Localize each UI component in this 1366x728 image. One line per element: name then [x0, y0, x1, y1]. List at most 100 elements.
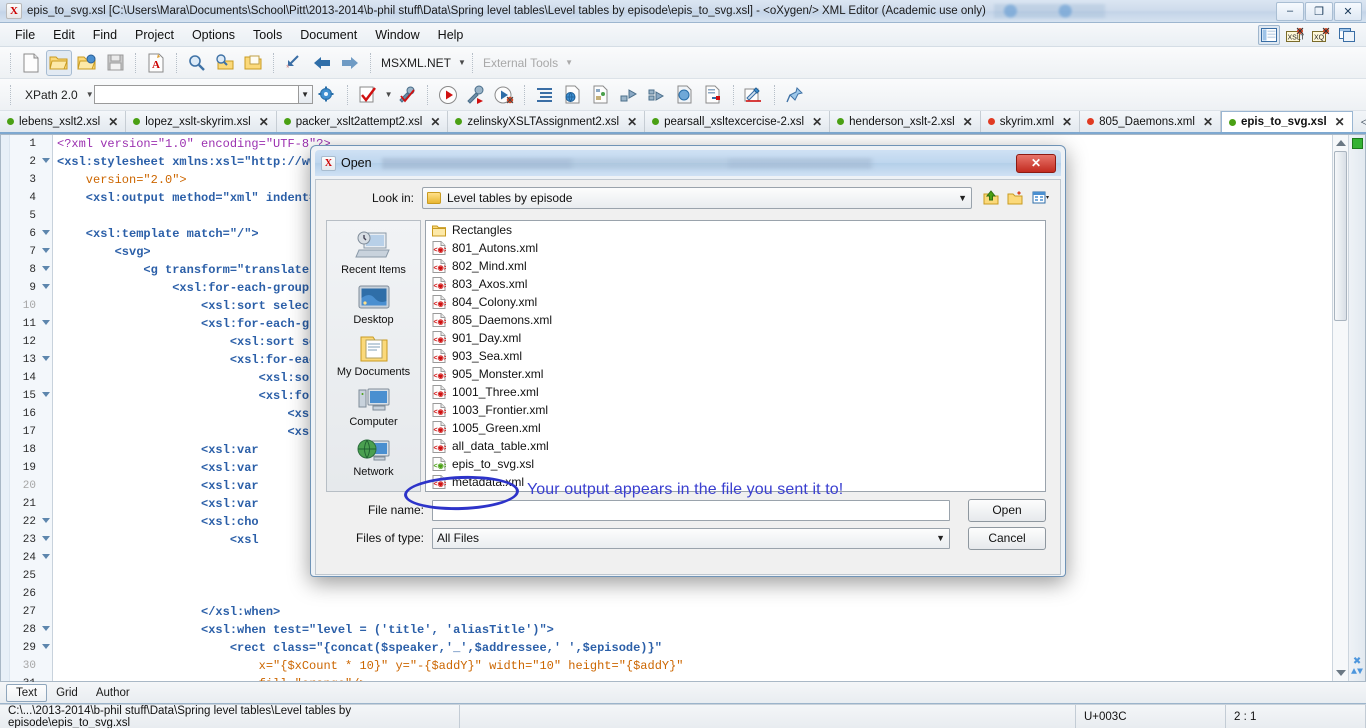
- tab-close-icon[interactable]: ✕: [627, 115, 637, 129]
- view-tab-author[interactable]: Author: [87, 685, 139, 701]
- scroll-down-icon[interactable]: [1336, 670, 1346, 676]
- open-file-dialog[interactable]: X Open ✕ Look in: Level tables by episod…: [310, 145, 1066, 577]
- format-and-indent-icon[interactable]: [532, 82, 558, 108]
- edit-schema-icon[interactable]: [741, 82, 767, 108]
- view-tab-text[interactable]: Text: [6, 683, 48, 702]
- list-item[interactable]: <◉> 804_Colony.xml: [426, 293, 1045, 311]
- list-item[interactable]: <◉> 802_Mind.xml: [426, 257, 1045, 275]
- minimize-button[interactable]: –: [1276, 1, 1304, 21]
- tab-lopez-xslt-skyrim[interactable]: lopez_xslt-skyrim.xsl ✕: [126, 111, 277, 132]
- file-name-input[interactable]: [432, 499, 950, 521]
- tab-close-icon[interactable]: ✕: [259, 115, 269, 129]
- new-from-template-icon[interactable]: A: [143, 50, 169, 76]
- menu-tools[interactable]: Tools: [244, 25, 291, 45]
- list-item[interactable]: <◉> epis_to_svg.xsl: [426, 455, 1045, 473]
- tab-close-icon[interactable]: ✕: [1062, 115, 1072, 129]
- list-item[interactable]: <◉> 803_Axos.xml: [426, 275, 1045, 293]
- tab-packer-xslt2attempt2[interactable]: packer_xslt2attempt2.xsl ✕: [276, 111, 449, 132]
- file-list[interactable]: Rectangles <◉> 801_Autons.xml <◉> 802_Mi…: [425, 220, 1046, 492]
- tab-805-daemons-xml[interactable]: 805_Daemons.xml ✕: [1080, 111, 1222, 132]
- forward-icon[interactable]: [337, 50, 363, 76]
- list-item[interactable]: <◉> 903_Sea.xml: [426, 347, 1045, 365]
- look-in-combo[interactable]: Level tables by episode ▼: [422, 187, 972, 209]
- new-file-icon[interactable]: [18, 50, 44, 76]
- fold-toggle-icon[interactable]: [42, 518, 50, 523]
- tab-zelinsky-xslt-assignment2[interactable]: zelinskyXSLTAssignment2.xsl ✕: [448, 111, 646, 132]
- tab-close-icon[interactable]: ✕: [812, 115, 822, 129]
- list-item[interactable]: <◉> 1001_Three.xml: [426, 383, 1045, 401]
- tab-close-icon[interactable]: ✕: [1203, 115, 1213, 129]
- xpath-version-label[interactable]: XPath 2.0: [17, 88, 83, 102]
- tab-close-icon[interactable]: ✕: [1335, 115, 1345, 129]
- list-item[interactable]: <◉> 1003_Frontier.xml: [426, 401, 1045, 419]
- menu-edit[interactable]: Edit: [44, 25, 84, 45]
- pin-view-icon[interactable]: [782, 82, 808, 108]
- transformer-selector[interactable]: MSXML.NET: [377, 56, 455, 70]
- tab-close-icon[interactable]: ✕: [430, 115, 440, 129]
- menu-options[interactable]: Options: [183, 25, 244, 45]
- xpath-settings-gear-icon[interactable]: [314, 82, 340, 108]
- list-item[interactable]: <◉> 1005_Green.xml: [426, 419, 1045, 437]
- fold-toggle-icon[interactable]: [42, 320, 50, 325]
- open-folder-icon[interactable]: [240, 50, 266, 76]
- list-item[interactable]: <◉> 905_Monster.xml: [426, 365, 1045, 383]
- fold-toggle-icon[interactable]: [42, 284, 50, 289]
- validate-chevron-down-icon[interactable]: ▼: [385, 90, 393, 99]
- list-item[interactable]: <◉> 801_Autons.xml: [426, 239, 1045, 257]
- list-item[interactable]: Rectangles: [426, 221, 1045, 239]
- place-desktop[interactable]: Desktop: [328, 281, 420, 327]
- back-icon[interactable]: [309, 50, 335, 76]
- find-in-folder-icon[interactable]: [212, 50, 238, 76]
- debug-transformation-icon[interactable]: [491, 82, 517, 108]
- close-errors-icon[interactable]: ✖: [1353, 658, 1361, 668]
- fold-toggle-icon[interactable]: [42, 356, 50, 361]
- configure-transformation-icon[interactable]: [463, 82, 489, 108]
- fold-toggle-icon[interactable]: [42, 230, 50, 235]
- generate-documentation-icon[interactable]: [588, 82, 614, 108]
- list-item[interactable]: <◉> 901_Day.xml: [426, 329, 1045, 347]
- menu-help[interactable]: Help: [429, 25, 473, 45]
- menu-project[interactable]: Project: [126, 25, 183, 45]
- open-file-icon[interactable]: [46, 49, 72, 76]
- save-icon[interactable]: [102, 50, 128, 76]
- xpath-input[interactable]: [93, 85, 299, 104]
- xquery-debugger-icon[interactable]: XQ: [1310, 25, 1332, 45]
- validate-icon[interactable]: [355, 82, 381, 108]
- menu-window[interactable]: Window: [366, 25, 428, 45]
- tab-close-icon[interactable]: ✕: [108, 115, 118, 129]
- fold-toggle-icon[interactable]: [42, 392, 50, 397]
- menu-document[interactable]: Document: [291, 25, 366, 45]
- tab-close-icon[interactable]: ✕: [963, 115, 973, 129]
- tab-lebens-xslt2[interactable]: lebens_xslt2.xsl ✕: [0, 111, 127, 132]
- list-item[interactable]: <◉> 805_Daemons.xml: [426, 311, 1045, 329]
- xslt-stylesheet-link-icon[interactable]: [644, 82, 670, 108]
- scrollbar-thumb[interactable]: [1334, 151, 1347, 321]
- open-button[interactable]: Open: [968, 498, 1046, 522]
- view-mode-icon[interactable]: [1032, 190, 1050, 206]
- go-to-last-edit-icon[interactable]: *: [281, 50, 307, 76]
- xpath-version-chevron-down-icon[interactable]: ▼: [86, 90, 94, 99]
- configure-validation-icon[interactable]: [394, 82, 420, 108]
- tab-henderson-xslt-2[interactable]: henderson_xslt-2.xsl ✕: [830, 111, 981, 132]
- next-error-icon[interactable]: ▲▼: [1351, 668, 1363, 678]
- find-icon[interactable]: [184, 50, 210, 76]
- open-url-icon[interactable]: [74, 50, 100, 76]
- place-network[interactable]: Network: [328, 433, 420, 479]
- fold-toggle-icon[interactable]: [42, 158, 50, 163]
- files-of-type-select[interactable]: All Files ▼: [432, 527, 950, 549]
- validation-status-strip[interactable]: ✖ ▲▼: [1348, 135, 1365, 681]
- maximize-button[interactable]: ❐: [1305, 1, 1333, 21]
- tab-scroll-left-icon[interactable]: ◁: [1361, 115, 1366, 128]
- tab-skyrim-xml[interactable]: skyrim.xml ✕: [980, 111, 1081, 132]
- xml-schema-diagram-icon[interactable]: [616, 82, 642, 108]
- create-new-folder-icon[interactable]: [1007, 190, 1025, 206]
- tab-pearsall-xsltexcercise-2[interactable]: pearsall_xsltexcercise-2.xsl ✕: [645, 111, 831, 132]
- export-output-icon[interactable]: [700, 82, 726, 108]
- apply-transformation-icon[interactable]: [435, 82, 461, 108]
- fold-toggle-icon[interactable]: [42, 248, 50, 253]
- editor-perspective-icon[interactable]: [1258, 24, 1280, 45]
- tab-epis-to-svg-xsl[interactable]: epis_to_svg.xsl ✕: [1221, 111, 1353, 132]
- files-of-type-chevron-down-icon[interactable]: ▼: [936, 533, 945, 543]
- place-computer[interactable]: Computer: [328, 383, 420, 429]
- place-recent-items[interactable]: Recent Items: [328, 227, 420, 277]
